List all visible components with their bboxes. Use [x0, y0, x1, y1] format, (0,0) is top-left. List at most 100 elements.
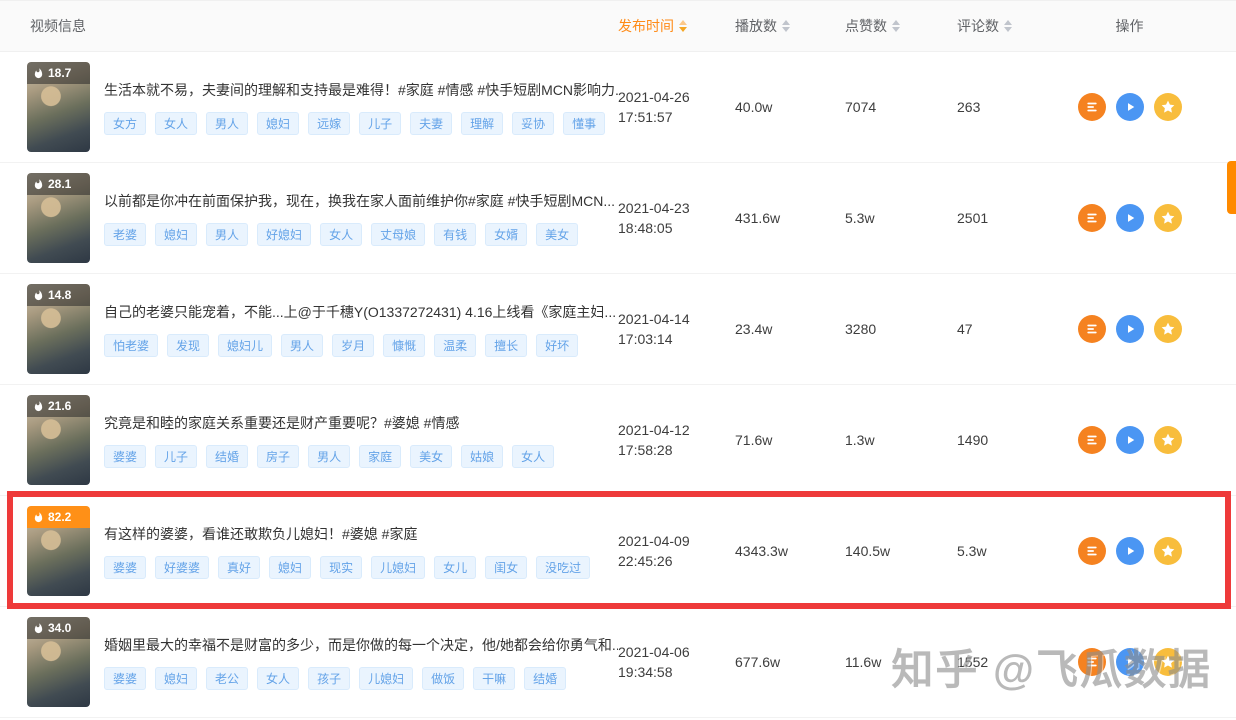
- video-tag[interactable]: 岁月: [332, 334, 374, 357]
- video-tag[interactable]: 女人: [320, 223, 362, 246]
- video-tag[interactable]: 擅长: [485, 334, 527, 357]
- video-title[interactable]: 自己的老婆只能宠着，不能...上@于千穗Y(O1337272431) 4.16上…: [104, 302, 616, 322]
- favorite-button[interactable]: [1154, 315, 1182, 343]
- video-tag[interactable]: 女人: [155, 112, 197, 135]
- video-tag[interactable]: 孩子: [308, 667, 350, 690]
- video-tag[interactable]: 温柔: [434, 334, 476, 357]
- video-tag[interactable]: 男人: [206, 112, 248, 135]
- column-header-comment-count[interactable]: 评论数: [957, 16, 1067, 36]
- column-header-play-count[interactable]: 播放数: [735, 16, 845, 36]
- video-tag[interactable]: 儿媳妇: [371, 556, 425, 579]
- video-thumbnail[interactable]: 82.2: [27, 506, 90, 596]
- video-tag[interactable]: 女儿: [434, 556, 476, 579]
- video-tag[interactable]: 美女: [410, 445, 452, 468]
- video-tag[interactable]: 理解: [461, 112, 503, 135]
- video-tag[interactable]: 男人: [206, 223, 248, 246]
- table-header: 视频信息 发布时间 播放数 点赞数 评论数 操作: [0, 0, 1236, 52]
- favorite-button[interactable]: [1154, 204, 1182, 232]
- video-title[interactable]: 究竟是和睦的家庭关系重要还是财产重要呢？#婆媳 #情感: [104, 413, 554, 433]
- video-tag[interactable]: 远嫁: [308, 112, 350, 135]
- video-tag[interactable]: 女方: [104, 112, 146, 135]
- play-button[interactable]: [1116, 93, 1144, 121]
- side-tab[interactable]: [1227, 161, 1236, 214]
- video-tag[interactable]: 婆婆: [104, 556, 146, 579]
- video-tag[interactable]: 有钱: [434, 223, 476, 246]
- video-tag[interactable]: 老公: [206, 667, 248, 690]
- video-tag[interactable]: 好坏: [536, 334, 578, 357]
- favorite-button[interactable]: [1154, 648, 1182, 676]
- video-tag[interactable]: 美女: [536, 223, 578, 246]
- video-tag[interactable]: 慷慨: [383, 334, 425, 357]
- video-tag[interactable]: 老婆: [104, 223, 146, 246]
- video-tag[interactable]: 好媳妇: [257, 223, 311, 246]
- favorite-button[interactable]: [1154, 426, 1182, 454]
- favorite-button[interactable]: [1154, 537, 1182, 565]
- video-tag[interactable]: 没吃过: [536, 556, 590, 579]
- video-tag[interactable]: 夫妻: [410, 112, 452, 135]
- table-row: 28.1 以前都是你冲在前面保护我，现在，换我在家人面前维护你#家庭 #快手短剧…: [0, 163, 1236, 274]
- video-tag[interactable]: 发现: [167, 334, 209, 357]
- video-tag[interactable]: 婆婆: [104, 445, 146, 468]
- video-tag[interactable]: 媳妇: [155, 667, 197, 690]
- video-tag[interactable]: 结婚: [206, 445, 248, 468]
- column-header-like-count[interactable]: 点赞数: [845, 16, 957, 36]
- video-tag[interactable]: 闺女: [485, 556, 527, 579]
- play-button[interactable]: [1116, 648, 1144, 676]
- video-tag[interactable]: 女人: [257, 667, 299, 690]
- video-tag[interactable]: 女婿: [485, 223, 527, 246]
- favorite-button[interactable]: [1154, 93, 1182, 121]
- detail-button[interactable]: [1078, 648, 1106, 676]
- like-count: 1.3w: [845, 432, 957, 448]
- video-tag[interactable]: 婆婆: [104, 667, 146, 690]
- video-title[interactable]: 以前都是你冲在前面保护我，现在，换我在家人面前维护你#家庭 #快手短剧MCN..…: [104, 191, 615, 211]
- video-tag[interactable]: 房子: [257, 445, 299, 468]
- video-tag[interactable]: 做饭: [422, 667, 464, 690]
- video-tag[interactable]: 媳妇: [269, 556, 311, 579]
- video-tag[interactable]: 懂事: [563, 112, 605, 135]
- detail-button[interactable]: [1078, 315, 1106, 343]
- video-tag[interactable]: 结婚: [524, 667, 566, 690]
- video-tag[interactable]: 媳妇: [155, 223, 197, 246]
- video-title[interactable]: 生活本就不易，夫妻间的理解和支持最是难得！#家庭 #情感 #快手短剧MCN影响力…: [104, 80, 618, 100]
- video-tag[interactable]: 现实: [320, 556, 362, 579]
- publish-time-cell: 2021-04-09 22:45:26: [618, 531, 735, 571]
- play-button[interactable]: [1116, 426, 1144, 454]
- video-tag[interactable]: 干嘛: [473, 667, 515, 690]
- video-tag[interactable]: 姑娘: [461, 445, 503, 468]
- video-tag[interactable]: 怕老婆: [104, 334, 158, 357]
- tag-list: 女方女人男人媳妇远嫁儿子夫妻理解妥协懂事: [104, 112, 618, 135]
- play-button[interactable]: [1116, 537, 1144, 565]
- detail-button[interactable]: [1078, 204, 1106, 232]
- video-tag[interactable]: 儿子: [155, 445, 197, 468]
- video-tag[interactable]: 儿子: [359, 112, 401, 135]
- video-info-cell: 82.2 有这样的婆婆，看谁还敢欺负儿媳妇！#婆媳 #家庭 婆婆好婆婆真好媳妇现…: [0, 506, 618, 596]
- video-tag[interactable]: 男人: [308, 445, 350, 468]
- video-thumbnail[interactable]: 28.1: [27, 173, 90, 263]
- video-tag[interactable]: 女人: [512, 445, 554, 468]
- detail-button[interactable]: [1078, 537, 1106, 565]
- column-header-publish-time[interactable]: 发布时间: [618, 16, 735, 36]
- detail-button[interactable]: [1078, 93, 1106, 121]
- video-tag[interactable]: 丈母娘: [371, 223, 425, 246]
- video-title[interactable]: 婚姻里最大的幸福不是财富的多少，而是你做的每一个决定，他/她都会给你勇气和...: [104, 635, 618, 655]
- detail-button[interactable]: [1078, 426, 1106, 454]
- video-thumbnail[interactable]: 14.8: [27, 284, 90, 374]
- video-tag[interactable]: 媳妇: [257, 112, 299, 135]
- column-label: 操作: [1116, 16, 1144, 36]
- video-thumbnail[interactable]: 21.6: [27, 395, 90, 485]
- play-icon: [1122, 210, 1138, 226]
- video-tag[interactable]: 好婆婆: [155, 556, 209, 579]
- video-tag[interactable]: 家庭: [359, 445, 401, 468]
- play-button[interactable]: [1116, 315, 1144, 343]
- video-title[interactable]: 有这样的婆婆，看谁还敢欺负儿媳妇！#婆媳 #家庭: [104, 524, 590, 544]
- video-thumbnail[interactable]: 34.0: [27, 617, 90, 707]
- video-tag[interactable]: 真好: [218, 556, 260, 579]
- play-button[interactable]: [1116, 204, 1144, 232]
- video-tag[interactable]: 妥协: [512, 112, 554, 135]
- video-tag[interactable]: 儿媳妇: [359, 667, 413, 690]
- video-tag[interactable]: 男人: [281, 334, 323, 357]
- video-thumbnail[interactable]: 18.7: [27, 62, 90, 152]
- video-tag[interactable]: 媳妇儿: [218, 334, 272, 357]
- table-row: 21.6 究竟是和睦的家庭关系重要还是财产重要呢？#婆媳 #情感 婆婆儿子结婚房…: [0, 385, 1236, 496]
- publish-clock: 18:48:05: [618, 218, 735, 238]
